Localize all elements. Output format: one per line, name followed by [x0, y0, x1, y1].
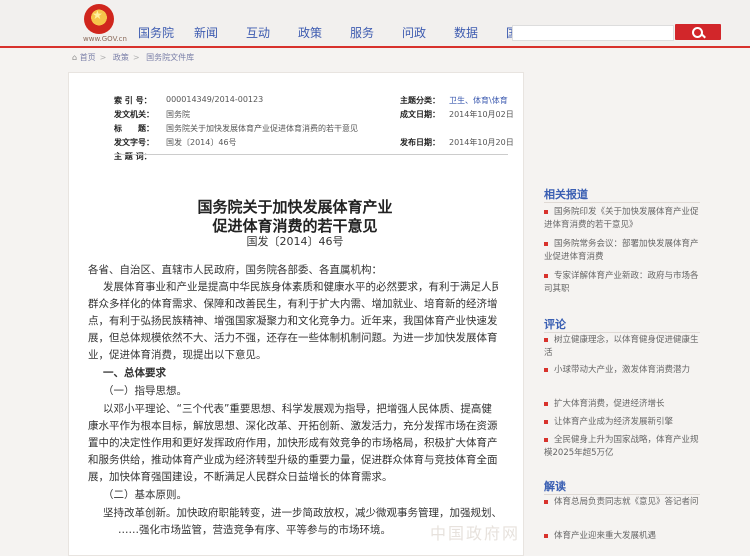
nav-item-service[interactable]: 服务 [350, 24, 374, 41]
breadcrumb-policy[interactable]: 政策 [113, 53, 129, 62]
site-header: ★ www.GOV.cn 国务院 新闻 互动 政策 服务 问政 数据 国情 [0, 0, 750, 46]
breadcrumb-doc-library[interactable]: 国务院文件库 [146, 53, 194, 62]
header-divider [0, 46, 750, 48]
number-value: 国发〔2014〕46号 [166, 138, 237, 147]
paragraph-line: 群众多样化的体育需求、保障和改善民生，有利于扩大内需、增加就业、培育新的经济增长 [88, 298, 498, 310]
title-value: 国务院关于加快发展体育产业促进体育消费的若干意见 [166, 124, 358, 133]
related-item[interactable]: 国务院常务会议：部署加快发展体育产业促进体育消费 [544, 238, 704, 264]
interpretation-heading: 解读 [544, 480, 566, 493]
paragraph-line: 业，促进体育消费，现提出以下意见。 [88, 349, 267, 361]
index-value: 000014349/2014-00123 [166, 95, 264, 104]
paragraph-line: 康水平作为根本目标，解放思想、深化改革、开拓创新、激发活力，充分发挥市场在资源配 [88, 420, 498, 432]
comment-item[interactable]: 让体育产业成为经济发展新引擎 [544, 416, 704, 429]
search-input[interactable] [512, 25, 674, 41]
nav-item-news[interactable]: 新闻 [194, 24, 218, 41]
emblem-star-icon: ★ [92, 8, 103, 22]
salutation: 各省、自治区、直辖市人民政府，国务院各部委、各直属机构： [88, 264, 382, 276]
comments-heading: 评论 [544, 318, 566, 331]
issuer-value: 国务院 [166, 110, 190, 119]
paragraph-line: 展，加快体育强国建设，不断满足人民群众日益增长的体育需求。 [88, 471, 393, 483]
paragraph-line: 以邓小平理论、“三个代表”重要思想、科学发展观为指导，把增强人民体质、提高健 [103, 403, 492, 415]
title-label: 标 题： [114, 124, 154, 133]
comment-item[interactable]: 扩大体育消费，促进经济增长 [544, 398, 704, 411]
document-number: 国发〔2014〕46号 [246, 235, 344, 248]
related-item[interactable]: 专家详解体育产业新政：政府与市场各司其职 [544, 270, 704, 296]
publish-label: 发布日期： [400, 138, 440, 147]
comment-item[interactable]: 全民健身上升为国家战略，体育产业规模2025年超5万亿 [544, 434, 704, 460]
site-url: www.GOV.cn [83, 35, 127, 43]
paragraph-line: 点，有利于弘扬民族精神、增强国家凝聚力和文化竞争力。近年来，我国体育产业快速发 [88, 315, 498, 327]
watermark: 中国政府网 [430, 524, 521, 543]
search-button[interactable] [675, 24, 721, 40]
section-heading: 一、总体要求 [103, 367, 166, 379]
comment-item[interactable]: 树立健康理念，以体育健身促进健康生活 [544, 334, 704, 360]
subject-label: 主 题 词： [114, 152, 152, 161]
nav-item-inquiry[interactable]: 问政 [402, 24, 426, 41]
comment-item[interactable]: 小球带动大产业，激发体育消费潜力 [544, 364, 704, 377]
related-item[interactable]: 国务院印发《关于加快发展体育产业促进体育消费的若干意见》 [544, 206, 704, 232]
breadcrumb: ⌂ 首页 > 政策 > 国务院文件库 [72, 53, 195, 62]
date-value: 2014年10月02日 [449, 110, 514, 119]
nav-item-policy[interactable]: 政策 [298, 24, 322, 41]
index-label: 索 引 号： [114, 96, 152, 105]
breadcrumb-home[interactable]: 首页 [80, 53, 96, 62]
subsection-heading: （一）指导思想。 [103, 385, 187, 397]
paragraph-line: 发展体育事业和产业是提高中华民族身体素质和健康水平的必然要求，有利于满足人民 [103, 281, 498, 293]
paragraph-line: 置中的决定性作用和更好发挥政府作用，加快形成有效竞争的市场格局，积极扩大体育产品 [88, 437, 498, 449]
nav-item-interaction[interactable]: 互动 [246, 24, 270, 41]
nav-item-state-council[interactable]: 国务院 [138, 24, 174, 41]
number-label: 发文字号： [114, 138, 154, 147]
search-icon [692, 27, 703, 38]
issuer-label: 发文机关： [114, 110, 154, 119]
interpretation-item[interactable]: 体育产业迎来重大发展机遇 [544, 530, 704, 543]
subsection-heading: （二）基本原则。 [103, 489, 187, 501]
date-label: 成文日期： [400, 110, 440, 119]
home-icon: ⌂ [72, 53, 78, 62]
meta-divider [114, 154, 508, 155]
nav-item-data[interactable]: 数据 [454, 24, 478, 41]
document-title-line1: 国务院关于加快发展体育产业 [197, 198, 393, 216]
paragraph-line: 和服务供给，推动体育产业成为经济转型升级的重要力量，促进群众体育与竞技体育全面发 [88, 454, 498, 466]
paragraph-line: 展，但总体规模依然不大、活力不强，还存在一些体制机制问题。为进一步加快发展体育产 [88, 332, 498, 344]
publish-value: 2014年10月20日 [449, 138, 514, 147]
related-reports-heading: 相关报道 [544, 188, 588, 201]
topic-value[interactable]: 卫生、体育\体育 [449, 95, 508, 106]
topic-label: 主题分类： [400, 96, 440, 105]
interpretation-item[interactable]: 体育总局负责同志就《意见》答记者问 [544, 496, 704, 509]
